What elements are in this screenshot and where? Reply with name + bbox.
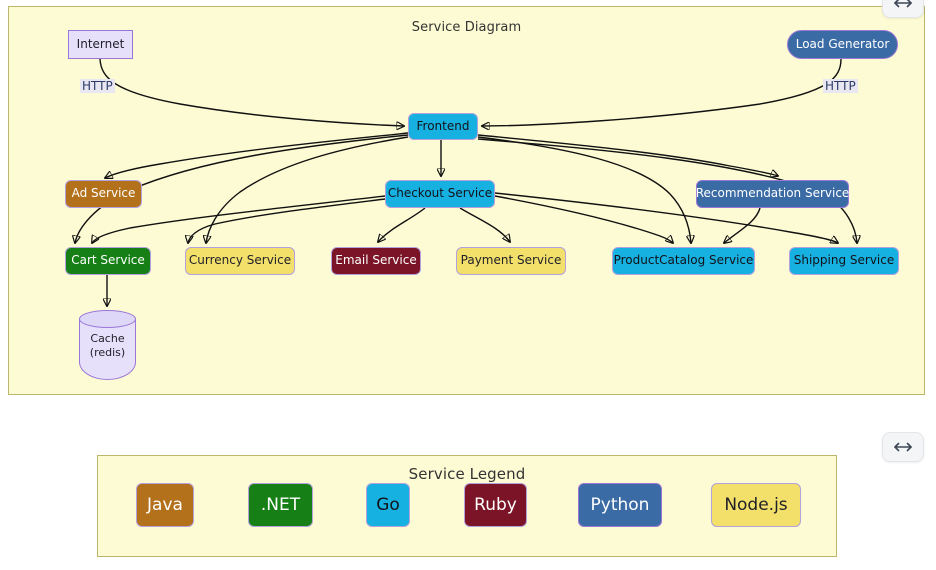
legend-chip-label-go: Go [376, 495, 400, 515]
legend-chip-label-python: Python [590, 495, 650, 515]
legend-chip-ruby[interactable]: Ruby [464, 483, 527, 527]
legend-chip-nodejs[interactable]: Node.js [711, 483, 801, 527]
horizontal-resize-icon [894, 0, 912, 8]
legend-chip-label-nodejs: Node.js [724, 495, 788, 515]
node-label-checkout: Checkout Service [387, 186, 493, 201]
node-email[interactable]: Email Service [331, 247, 421, 275]
node-label-adservice: Ad Service [71, 186, 136, 201]
node-label-frontend: Frontend [416, 118, 470, 133]
legend-chip-label-ruby: Ruby [474, 495, 517, 515]
edge-label-http-loadgen: HTTP [823, 79, 858, 93]
legend-chip-dotnet[interactable]: .NET [248, 483, 313, 527]
node-label-recommendation: Recommendation Service [695, 186, 850, 201]
node-checkout[interactable]: Checkout Service [385, 180, 495, 208]
horizontal-resize-icon [894, 442, 912, 452]
node-loadgen[interactable]: Load Generator [787, 30, 898, 59]
legend-chip-label-java: Java [147, 495, 183, 515]
resize-diagram-button[interactable] [882, 0, 924, 18]
legend-chip-go[interactable]: Go [366, 483, 410, 527]
node-label-shipping: Shipping Service [793, 253, 895, 268]
resize-legend-button[interactable] [882, 432, 924, 462]
node-cache[interactable]: Cache (redis) [79, 310, 136, 380]
node-payment[interactable]: Payment Service [456, 247, 566, 275]
diagram-title: Service Diagram [411, 20, 522, 35]
node-shipping[interactable]: Shipping Service [789, 247, 899, 275]
node-label-internet: Internet [76, 36, 125, 51]
node-cart[interactable]: Cart Service [65, 247, 151, 275]
node-label-currency: Currency Service [188, 253, 292, 268]
node-adservice[interactable]: Ad Service [65, 180, 142, 208]
node-label-loadgen: Load Generator [795, 36, 890, 51]
node-currency[interactable]: Currency Service [185, 247, 295, 275]
node-frontend[interactable]: Frontend [408, 113, 478, 140]
node-label-email: Email Service [335, 253, 417, 268]
legend-chip-java[interactable]: Java [136, 483, 194, 527]
node-internet[interactable]: Internet [68, 30, 133, 59]
node-label-cart: Cart Service [71, 253, 145, 268]
cache-label-line2: (redis) [89, 345, 126, 359]
cache-label-line1: Cache [90, 332, 125, 345]
edge-label-http-internet: HTTP [80, 79, 115, 93]
cache-cylinder-top [79, 310, 136, 328]
node-label-productcatalog: ProductCatalog Service [613, 253, 754, 268]
legend-title: Service Legend [408, 465, 526, 483]
node-label-payment: Payment Service [460, 253, 562, 268]
legend-chip-python[interactable]: Python [578, 483, 662, 527]
legend-chip-label-dotnet: .NET [260, 495, 301, 515]
node-productcatalog[interactable]: ProductCatalog Service [612, 247, 755, 275]
node-recommendation[interactable]: Recommendation Service [696, 180, 849, 208]
page-root: Service Diagram Internet Load Generator … [0, 0, 936, 570]
cache-label: Cache (redis) [79, 332, 136, 360]
